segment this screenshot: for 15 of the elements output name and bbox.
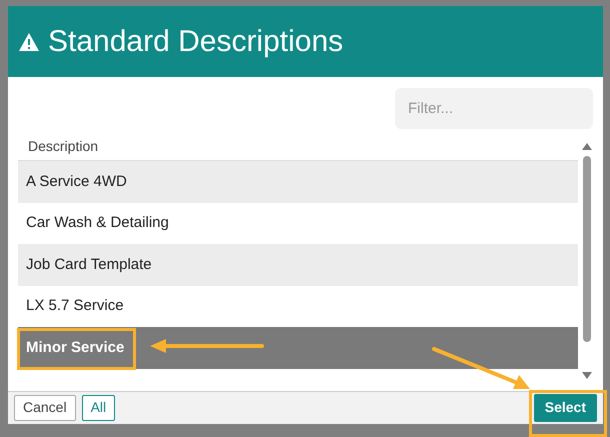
warning-icon bbox=[18, 32, 40, 52]
scroll-down-icon[interactable] bbox=[582, 372, 592, 379]
list-row[interactable]: Job Card Template bbox=[18, 244, 578, 286]
scroll-up-icon[interactable] bbox=[582, 143, 592, 150]
all-button[interactable]: All bbox=[82, 395, 116, 421]
select-button[interactable]: Select bbox=[534, 394, 597, 422]
column-header[interactable]: Description bbox=[28, 136, 98, 157]
filter-field[interactable]: Filter... bbox=[395, 88, 593, 129]
list-row[interactable]: LX 5.7 Service bbox=[18, 286, 578, 327]
list-row[interactable]: Minor Service bbox=[18, 327, 578, 368]
list-row[interactable]: A Service 4WD bbox=[18, 161, 578, 202]
scrollbar-thumb[interactable] bbox=[583, 156, 591, 342]
cancel-button[interactable]: Cancel bbox=[14, 395, 76, 421]
list-row[interactable]: Car Wash & Detailing bbox=[18, 202, 578, 244]
dialog-title: Standard Descriptions bbox=[48, 26, 344, 56]
